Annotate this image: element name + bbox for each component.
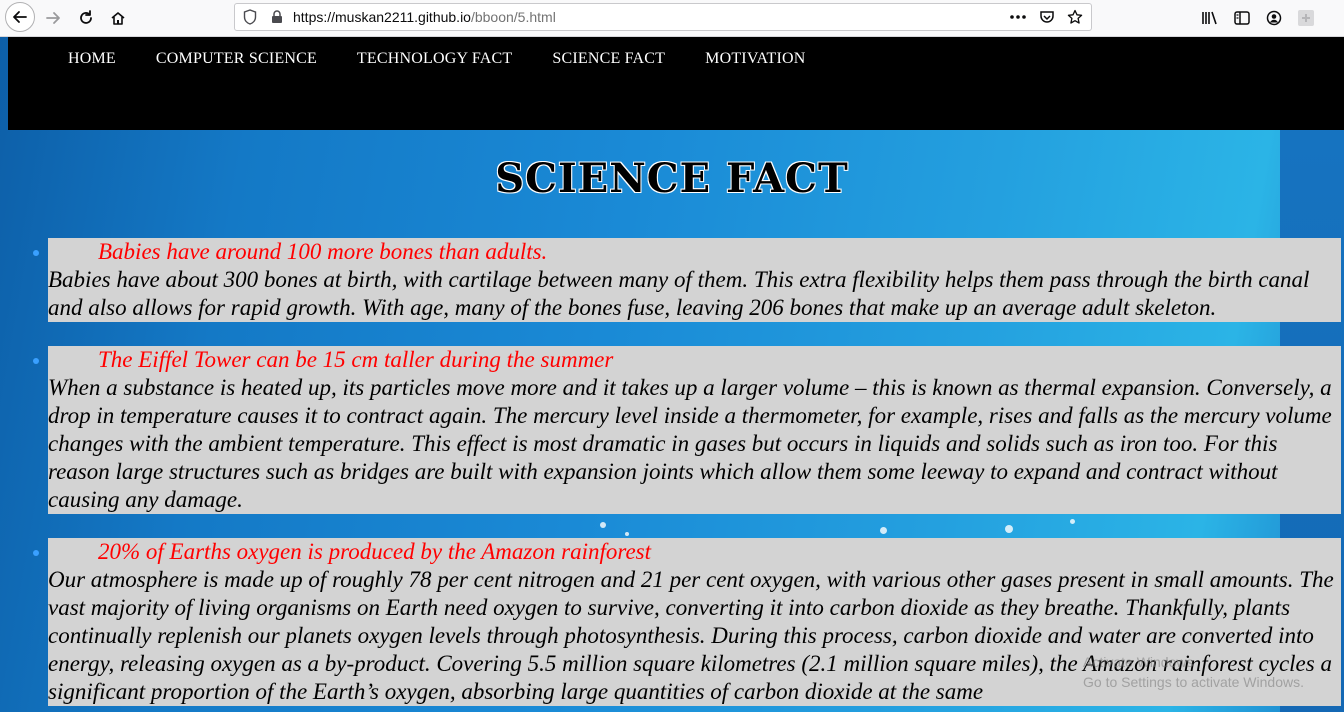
nav-item-technology-fact[interactable]: TECHNOLOGY FACT	[357, 50, 512, 67]
reload-icon	[80, 10, 92, 24]
nav-item-computer-science[interactable]: COMPUTER SCIENCE	[156, 50, 317, 67]
url-text[interactable]: https://muskan2211.github.io/bboon/5.htm…	[293, 9, 556, 25]
fact-heading: Babies have around 100 more bones than a…	[98, 239, 548, 264]
fact-heading: The Eiffel Tower can be 15 cm taller dur…	[98, 347, 614, 372]
page-body: HOME COMPUTER SCIENCE TECHNOLOGY FACT SC…	[0, 37, 1344, 712]
fact-card: Babies have around 100 more bones than a…	[48, 238, 1341, 322]
sidebar-button[interactable]	[1232, 8, 1252, 28]
pocket-icon[interactable]	[1039, 9, 1055, 25]
list-item: The Eiffel Tower can be 15 cm taller dur…	[0, 346, 1344, 514]
url-path: /bboon/5.html	[470, 9, 556, 25]
url-host: https://muskan2211.github.io	[293, 9, 471, 25]
nav-item-home[interactable]: HOME	[68, 50, 116, 67]
fact-heading: 20% of Earths oxygen is produced by the …	[98, 539, 651, 564]
page-title: SCIENCE FACT	[495, 155, 849, 202]
extension-icon	[1298, 10, 1314, 26]
reload-button[interactable]	[72, 4, 100, 32]
more-icon[interactable]	[1009, 14, 1027, 20]
bullet-icon	[33, 358, 39, 364]
url-bar[interactable]: https://muskan2211.github.io/bboon/5.htm…	[234, 3, 1092, 31]
home-icon	[111, 12, 125, 25]
account-button[interactable]	[1264, 8, 1284, 28]
account-icon	[1266, 10, 1282, 26]
browser-toolbar: https://muskan2211.github.io/bboon/5.htm…	[0, 0, 1344, 37]
fact-card: 20% of Earths oxygen is produced by the …	[48, 538, 1341, 706]
nav-item-science-fact[interactable]: SCIENCE FACT	[552, 50, 665, 67]
forward-icon	[46, 12, 60, 24]
facts-list: Babies have around 100 more bones than a…	[0, 238, 1344, 712]
extension-button[interactable]	[1296, 8, 1316, 28]
nav-item-motivation[interactable]: MOTIVATION	[705, 50, 805, 67]
sidebar-icon	[1234, 11, 1250, 25]
library-button[interactable]	[1200, 8, 1220, 28]
back-icon	[13, 11, 27, 23]
forward-button[interactable]	[39, 4, 67, 32]
fact-body: When a substance is heated up, its parti…	[48, 375, 1332, 512]
list-item: 20% of Earths oxygen is produced by the …	[0, 538, 1344, 706]
top-navigation: HOME COMPUTER SCIENCE TECHNOLOGY FACT SC…	[8, 37, 1344, 130]
fact-card: The Eiffel Tower can be 15 cm taller dur…	[48, 346, 1341, 514]
bookmark-star-icon[interactable]	[1067, 9, 1083, 25]
list-item: Babies have around 100 more bones than a…	[0, 238, 1344, 322]
home-button[interactable]	[104, 4, 132, 32]
fact-body: Our atmosphere is made up of roughly 78 …	[48, 567, 1334, 704]
nav-list: HOME COMPUTER SCIENCE TECHNOLOGY FACT SC…	[68, 50, 846, 68]
library-icon	[1202, 11, 1217, 25]
lock-icon[interactable]	[271, 10, 283, 24]
bullet-icon	[33, 550, 39, 556]
shield-icon[interactable]	[243, 9, 257, 25]
fact-body: Babies have about 300 bones at birth, wi…	[48, 267, 1310, 320]
back-button[interactable]	[5, 2, 35, 32]
bullet-icon	[33, 250, 39, 256]
